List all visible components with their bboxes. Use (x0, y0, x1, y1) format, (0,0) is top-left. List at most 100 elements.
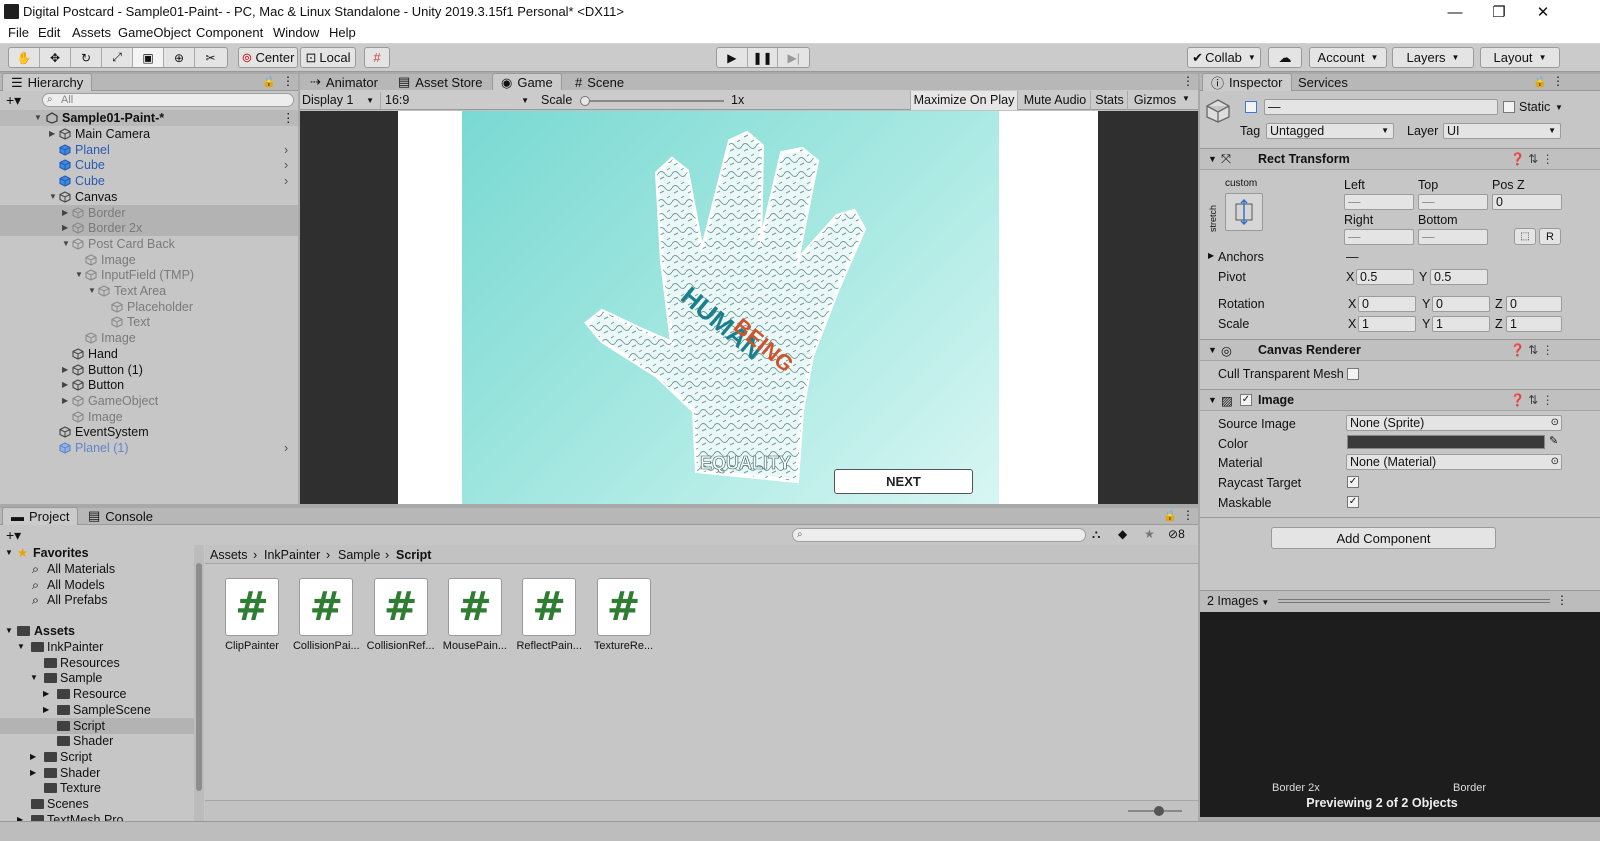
eyedropper-icon[interactable]: ✎ (1549, 434, 1558, 447)
lock-icon[interactable]: 🔒 (1163, 509, 1177, 522)
maximize-on-play-toggle[interactable]: Maximize On Play (910, 91, 1018, 110)
layout-dropdown[interactable]: Layout ▼ (1480, 47, 1560, 68)
expand-arrow-icon[interactable]: ▼ (88, 283, 98, 299)
expand-arrow-icon[interactable]: ▶ (30, 749, 36, 765)
hierarchy-item[interactable]: ▼ Post Card Back (0, 236, 298, 252)
display-dropdown[interactable]: Display 1 ▼ (302, 92, 376, 109)
menu-component[interactable]: Component (196, 25, 263, 40)
favorite-all-models[interactable]: All Models (47, 577, 105, 593)
csharp-script-icon[interactable]: # (299, 578, 354, 636)
hierarchy-item[interactable]: ▶ GameObject (0, 393, 298, 409)
image-enabled-checkbox[interactable]: ✓ (1240, 394, 1252, 406)
scene-menu-icon[interactable]: ⋮ (282, 110, 295, 126)
play-icon[interactable]: ▶ (717, 48, 748, 67)
project-folder-row[interactable]: Script (0, 717, 194, 734)
collapse-arrow-icon[interactable]: ▼ (5, 623, 13, 639)
star-icon[interactable]: ★ (1144, 527, 1155, 541)
expand-arrow-icon[interactable]: ▶ (62, 362, 72, 378)
menu-assets[interactable]: Assets (72, 25, 111, 40)
cull-checkbox[interactable] (1347, 368, 1359, 380)
layers-dropdown[interactable]: Layers ▼ (1392, 47, 1474, 68)
rotation-z-field[interactable]: 0 (1506, 296, 1562, 312)
script-file-name[interactable]: TextureRe... (587, 640, 661, 652)
project-folder-row[interactable]: Scenes (0, 796, 194, 812)
hierarchy-item[interactable]: Planel › (0, 142, 298, 158)
preview-resize-handle[interactable] (1278, 599, 1550, 603)
object-picker-icon[interactable]: ⊙ (1551, 416, 1559, 430)
hierarchy-item[interactable]: Image (0, 252, 298, 268)
raycast-checkbox[interactable]: ✓ (1347, 476, 1359, 488)
csharp-script-icon[interactable]: # (447, 578, 502, 636)
collapse-arrow-icon[interactable]: ▼ (1208, 154, 1217, 164)
scale-slider-knob[interactable] (580, 96, 590, 106)
hierarchy-item[interactable]: Hand (0, 346, 298, 362)
scrollbar-thumb[interactable] (196, 563, 202, 791)
scale-y-field[interactable]: 1 (1432, 316, 1490, 332)
component-icons[interactable]: ❓ ⇅ ⋮ (1510, 393, 1554, 407)
hidden-packages-toggle[interactable]: ⊘8 (1168, 527, 1185, 541)
csharp-script-icon[interactable]: # (373, 578, 428, 636)
menu-file[interactable]: File (8, 25, 29, 40)
anchor-preset-button[interactable] (1225, 193, 1263, 231)
account-dropdown[interactable]: Account ▼ (1309, 47, 1387, 68)
tab-inspector[interactable]: ⓘ Inspector (1202, 73, 1292, 91)
pause-icon[interactable]: ❚❚ (748, 48, 779, 67)
expand-arrow-icon[interactable]: ▼ (75, 267, 85, 283)
expand-arrow-icon[interactable]: ▶ (62, 220, 72, 236)
hierarchy-item[interactable]: Planel (1) › (0, 440, 298, 456)
restore-icon[interactable]: ❐ (1477, 0, 1521, 24)
minimize-icon[interactable]: — (1433, 0, 1477, 24)
lock-icon[interactable]: 🔒 (1533, 75, 1547, 88)
expand-arrow-icon[interactable]: ▶ (43, 686, 49, 702)
static-dropdown-icon[interactable]: ▼ (1555, 103, 1563, 112)
collapse-arrow-icon[interactable]: ▼ (5, 545, 13, 561)
project-folder-row[interactable]: ▼ Sample (0, 670, 194, 686)
panel-menu-icon[interactable]: ⋮ (1556, 593, 1568, 607)
tab-services[interactable]: Services (1290, 73, 1356, 91)
pivot-y-field[interactable]: 0.5 (1430, 269, 1488, 285)
static-checkbox[interactable] (1503, 101, 1515, 113)
csharp-script-icon[interactable]: # (522, 578, 577, 636)
image-component-header[interactable]: ▼ ▨ ✓ Image ❓ ⇅ ⋮ (1200, 389, 1600, 411)
panel-menu-icon[interactable]: ⋮ (282, 74, 294, 88)
tab-animator[interactable]: ⇢ Animator (302, 73, 386, 91)
panel-menu-icon[interactable]: ⋮ (1182, 508, 1194, 522)
prefab-open-icon[interactable]: › (284, 142, 288, 158)
favorites-label[interactable]: Favorites (33, 545, 89, 561)
add-component-button[interactable]: Add Component (1271, 527, 1496, 549)
hand-tool-icon[interactable]: ✋ (9, 48, 40, 67)
pivot-x-field[interactable]: 0.5 (1356, 269, 1414, 285)
scene-row[interactable]: ▼ Sample01-Paint-* ⋮ (0, 110, 298, 126)
menu-window[interactable]: Window (273, 25, 319, 40)
raw-edit-button[interactable]: R (1539, 228, 1561, 245)
project-folder-row[interactable]: ▶ SampleScene (0, 702, 194, 718)
next-button[interactable]: NEXT (834, 469, 973, 494)
hierarchy-item[interactable]: Text (0, 314, 298, 330)
project-folder-row[interactable]: Resources (0, 655, 194, 671)
hierarchy-item[interactable]: Cube › (0, 157, 298, 173)
search-by-type-icon[interactable]: ⛬ (1092, 527, 1100, 542)
breadcrumb-sample[interactable]: Sample (338, 548, 380, 562)
menu-help[interactable]: Help (329, 25, 356, 40)
layer-dropdown[interactable]: UI ▼ (1443, 123, 1561, 139)
breadcrumb-script[interactable]: Script (396, 548, 431, 562)
hierarchy-item[interactable]: ▶ Border (0, 204, 298, 221)
icon-size-slider[interactable] (1128, 806, 1182, 816)
hierarchy-item[interactable]: Placeholder (0, 299, 298, 315)
tag-dropdown[interactable]: Untagged ▼ (1266, 123, 1394, 139)
hierarchy-item[interactable]: Cube › (0, 173, 298, 189)
custom-tool-icon[interactable]: ✂ (195, 48, 226, 67)
collab-dropdown[interactable]: ✔ Collab ▼ (1187, 47, 1261, 68)
hierarchy-item[interactable]: ▶ Border 2x (0, 220, 298, 237)
active-checkbox[interactable] (1245, 101, 1257, 113)
assets-root[interactable]: Assets (34, 623, 75, 639)
project-folder-row[interactable]: Shader (0, 733, 194, 749)
expand-arrow-icon[interactable]: ▼ (30, 670, 38, 686)
hierarchy-item[interactable]: Image (0, 330, 298, 346)
rect-transform-header[interactable]: ▼ ⤧ Rect Transform ❓ ⇅ ⋮ (1200, 148, 1600, 170)
expand-arrow-icon[interactable]: ▼ (17, 639, 25, 655)
tab-scene[interactable]: # Scene (567, 73, 632, 91)
create-plus-icon[interactable]: +▾ (6, 527, 21, 544)
tab-game[interactable]: ◉ Game (492, 73, 562, 91)
project-folder-row[interactable]: ▼ InkPainter (0, 639, 194, 655)
